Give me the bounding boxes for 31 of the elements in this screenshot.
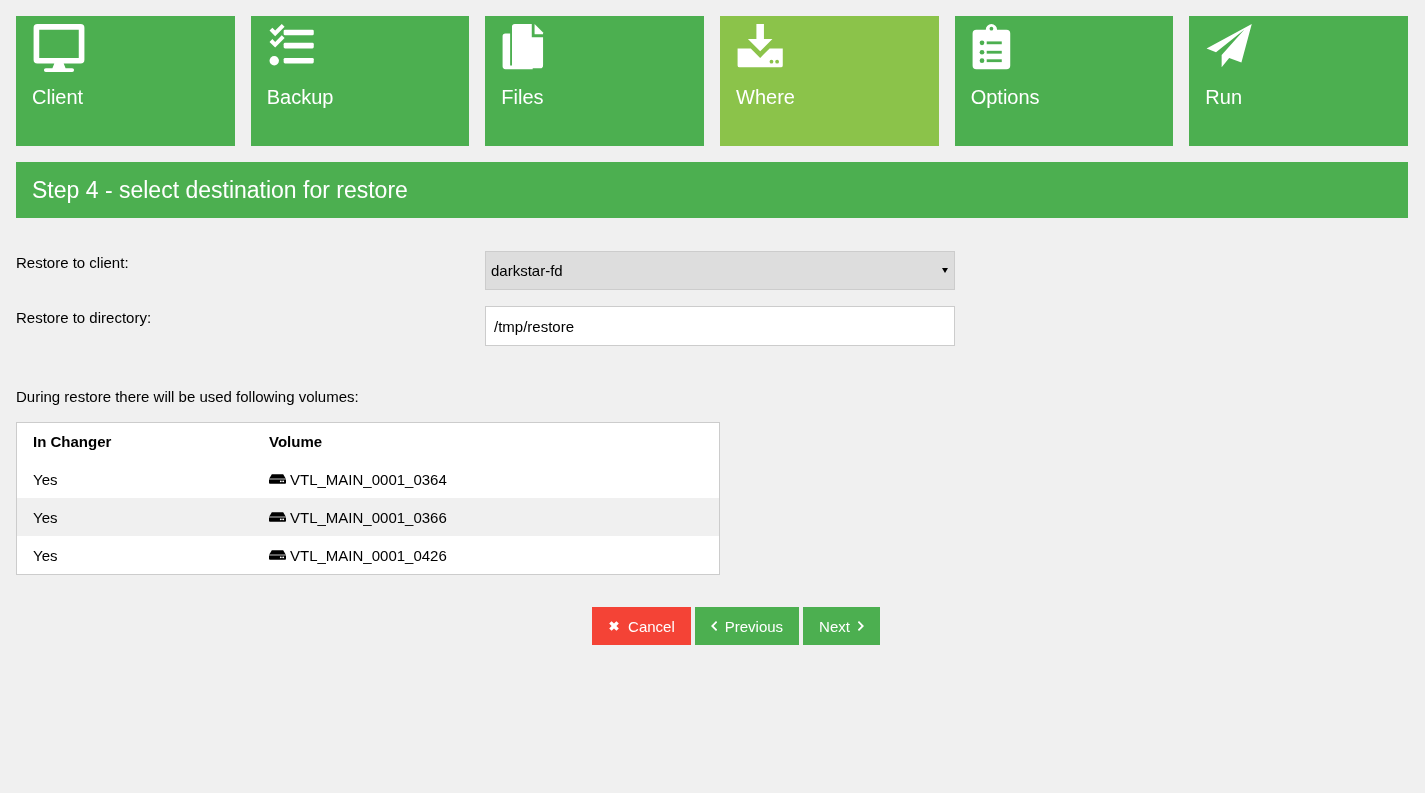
- step-tile[interactable]: Where: [720, 16, 939, 146]
- caret-icon: [942, 268, 948, 273]
- column-header: In Changer: [16, 422, 253, 460]
- step-title-bar: Step 4 - select destination for restore: [16, 162, 1408, 218]
- monitor-icon: [32, 24, 86, 72]
- hard-drive-icon: [269, 550, 286, 561]
- table-cell: Yes: [16, 460, 253, 498]
- volume-name: VTL_MAIN_0001_0364: [290, 470, 447, 488]
- step-tile[interactable]: Options: [954, 16, 1174, 146]
- table-cell: Yes: [16, 536, 253, 575]
- previous-button[interactable]: Previous: [694, 607, 800, 645]
- cancel-button[interactable]: Cancel: [592, 607, 691, 645]
- directory-input-field[interactable]: /tmp/restore: [485, 306, 955, 346]
- hard-drive-icon: [269, 512, 286, 523]
- client-dropdown[interactable]: darkstar-fd: [485, 251, 955, 290]
- chevron-right-icon: [857, 621, 864, 631]
- column-header: Volume: [253, 422, 720, 460]
- field-label: Restore to directory:: [16, 308, 153, 326]
- step-tile[interactable]: Backup: [250, 16, 470, 146]
- step-tile[interactable]: Run: [1189, 16, 1409, 146]
- chevron-left-icon: [710, 621, 717, 631]
- volume-name: VTL_MAIN_0001_0426: [290, 546, 447, 564]
- next-button[interactable]: Next: [803, 607, 880, 645]
- step-tile[interactable]: Files: [485, 16, 704, 146]
- hard-drive-icon: [269, 474, 286, 485]
- table-cell: Yes: [16, 498, 253, 536]
- field-label: Restore to client:: [16, 253, 130, 271]
- volumes-note: During restore there will be used following volumes:: [16, 388, 360, 405]
- step-tile[interactable]: Client: [16, 16, 235, 146]
- volume-name: VTL_MAIN_0001_0366: [290, 508, 447, 526]
- close-icon: [608, 620, 621, 632]
